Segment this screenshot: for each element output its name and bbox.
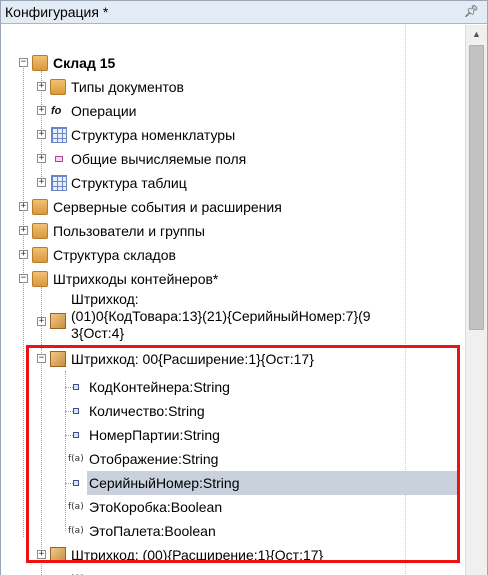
expand-icon[interactable]: + xyxy=(37,178,46,187)
tree-node-calc-fields[interactable]: + Общие вычисляемые поля xyxy=(1,147,401,171)
expand-icon[interactable]: + xyxy=(37,106,46,115)
tree-node-container-barcodes[interactable]: − Штрихкоды контейнеров* xyxy=(1,267,401,291)
tree-node-warehouse-structure[interactable]: + Структура складов xyxy=(1,243,401,267)
tree-node-nomenclature-structure[interactable]: + Структура номенклатуры xyxy=(1,123,401,147)
expand-icon[interactable]: + xyxy=(37,130,46,139)
panel-titlebar: Конфигурация * 📌︎ xyxy=(1,1,487,24)
tree-node-barcode-4[interactable]: Штрихкод: xyxy=(1,567,401,575)
tree-node-label: Штрихкоды контейнеров* xyxy=(53,271,219,287)
operations-icon: fo xyxy=(51,105,62,117)
tree-node-users[interactable]: + Пользователи и группы xyxy=(1,219,401,243)
tree-node-server-events[interactable]: + Серверные события и расширения xyxy=(1,195,401,219)
panel-title: Конфигурация * xyxy=(5,4,109,20)
table-structure-icon xyxy=(51,175,67,191)
scroll-up-icon[interactable]: ▲ xyxy=(466,25,487,43)
grid-icon xyxy=(51,127,67,143)
expand-icon[interactable]: + xyxy=(37,82,46,91)
collapse-icon[interactable]: − xyxy=(19,58,28,67)
tree-node-label: Структура складов xyxy=(53,247,176,263)
tree-node-label: Склад 15 xyxy=(53,55,116,71)
tree-node-label: Типы документов xyxy=(71,79,184,95)
tree-node-label: Структура номенклатуры xyxy=(71,127,236,143)
expand-icon[interactable]: + xyxy=(37,154,46,163)
vertical-scrollbar[interactable]: ▲ xyxy=(465,25,487,575)
barcode-1-line-2: (01)0{КодТовара:13}(21){СерийныйНомер:7}… xyxy=(71,308,371,324)
tree-node-label: Серверные события и расширения xyxy=(53,199,282,215)
server-events-icon xyxy=(32,199,48,215)
expand-icon[interactable]: + xyxy=(19,250,28,259)
scrollbar-thumb[interactable] xyxy=(469,45,484,330)
tree-node-doc-types[interactable]: + Типы документов xyxy=(1,75,401,99)
tree-node-label: Операции xyxy=(71,103,137,119)
tree-node-label: Штрихкод: xyxy=(71,567,139,575)
calc-fields-icon xyxy=(55,156,63,162)
tree-node-root[interactable]: − Склад 15 xyxy=(1,51,401,75)
tree-node-barcode-1[interactable]: + Штрихкод: (01)0{КодТовара:13}(21){Сери… xyxy=(1,291,401,345)
barcode-1-line-3: 3{Ост:4} xyxy=(71,325,125,341)
box-icon xyxy=(50,313,66,329)
collapse-icon[interactable]: − xyxy=(19,274,28,283)
tree-node-label: Структура таблиц xyxy=(71,175,187,191)
warehouse-root-icon xyxy=(32,55,48,71)
tree-node-label: Общие вычисляемые поля xyxy=(71,151,247,167)
expand-icon[interactable]: + xyxy=(19,202,28,211)
configuration-panel: Конфигурация * 📌︎ − Склад 15 + Типы доку… xyxy=(0,0,488,575)
barcode-1-line-1: Штрихкод: xyxy=(71,291,139,307)
barcodes-icon xyxy=(32,271,48,287)
doc-types-icon xyxy=(50,79,66,95)
tree-node-operations[interactable]: + fo Операции xyxy=(1,99,401,123)
warehouse-icon xyxy=(32,247,48,263)
expand-icon[interactable]: + xyxy=(19,226,28,235)
tree-node-label: Пользователи и группы xyxy=(53,223,205,239)
pin-icon[interactable]: 📌︎ xyxy=(464,4,479,18)
highlight-frame xyxy=(26,345,460,563)
expand-icon[interactable]: + xyxy=(37,317,46,326)
users-icon xyxy=(32,223,48,239)
tree-node-table-structure[interactable]: + Структура таблиц xyxy=(1,171,401,195)
